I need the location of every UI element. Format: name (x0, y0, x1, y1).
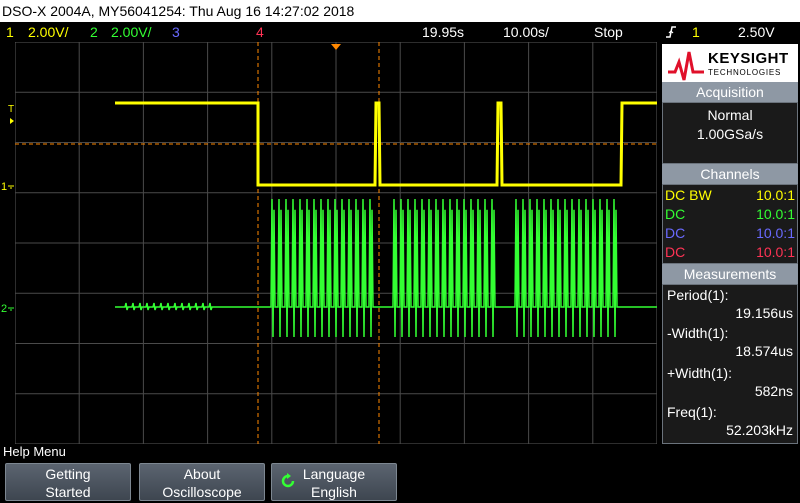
about-oscilloscope-softkey[interactable]: About Oscilloscope (139, 463, 265, 501)
ch2-number[interactable]: 2 (90, 22, 98, 42)
right-panel: KEYSIGHT TECHNOLOGIES Acquisition Normal… (660, 42, 800, 444)
channel-row-1: DC BW 10.0:1 (665, 187, 795, 203)
ch3-number[interactable]: 3 (172, 22, 180, 42)
run-state[interactable]: Stop (594, 22, 623, 42)
channel-row-3: DC 10.0:1 (665, 225, 795, 241)
time-scale[interactable]: 10.00s/ (503, 22, 549, 42)
time-delay[interactable]: 19.95s (422, 22, 464, 42)
keysight-wave-icon (668, 51, 704, 81)
measurement-label: Freq(1): (667, 404, 717, 420)
trigger-level-marker[interactable]: T (8, 104, 14, 115)
softkey-bar: Getting Started About Oscilloscope Languag… (0, 460, 800, 503)
language-softkey[interactable]: Language English (271, 463, 397, 501)
acquisition-box[interactable]: Normal 1.00GSa/s (662, 102, 798, 164)
measurement-label: -Width(1): (667, 325, 729, 341)
sample-rate: 1.00GSa/s (696, 126, 764, 142)
measurement-value: 19.156us (735, 305, 793, 321)
channel-markers: T 1 2 (1, 104, 14, 315)
ch1-ground-marker[interactable]: 1 (1, 181, 7, 193)
channel-row-4: DC 10.0:1 (665, 244, 795, 260)
measurement-value: 18.574us (735, 343, 793, 359)
ch2-ground-marker[interactable]: 2 (1, 303, 7, 315)
keysight-logo: KEYSIGHT TECHNOLOGIES (662, 44, 798, 86)
measurement-label: +Width(1): (667, 365, 732, 381)
waveform-display[interactable] (15, 42, 657, 444)
measurements-box[interactable]: Period(1): 19.156us -Width(1): 18.574us … (662, 284, 798, 444)
measurements-header[interactable]: Measurements (662, 264, 798, 284)
trigger-level[interactable]: 2.50V (738, 22, 775, 42)
ch1-number[interactable]: 1 (6, 22, 14, 42)
acquisition-header[interactable]: Acquisition (662, 82, 798, 102)
channels-box[interactable]: DC BW 10.0:1 DC 10.0:1 DC 10.0:1 DC 10.0:1 (662, 184, 798, 264)
ch1-scale[interactable]: 2.00V/ (28, 22, 68, 42)
measurement-value: 52.203kHz (726, 422, 793, 438)
measurement-label: Period(1): (667, 287, 729, 303)
rising-edge-icon (664, 22, 678, 42)
trigger-channel[interactable]: 1 (692, 22, 700, 42)
channel-row-2: DC 10.0:1 (665, 206, 795, 222)
rotate-knob-icon (281, 473, 295, 488)
status-bar: 1 2.00V/ 2 2.00V/ 3 4 19.95s 10.00s/ Sto… (0, 22, 800, 42)
ch4-number[interactable]: 4 (256, 22, 264, 42)
help-menu-label: Help Menu (0, 444, 800, 460)
ch2-scale[interactable]: 2.00V/ (111, 22, 151, 42)
title-bar: DSO-X 2004A, MY56041254: Thu Aug 16 14:2… (0, 0, 800, 22)
measurement-value: 582ns (754, 383, 793, 399)
channels-header[interactable]: Channels (662, 164, 798, 184)
acquisition-mode: Normal (707, 107, 753, 123)
getting-started-softkey[interactable]: Getting Started (5, 463, 131, 501)
